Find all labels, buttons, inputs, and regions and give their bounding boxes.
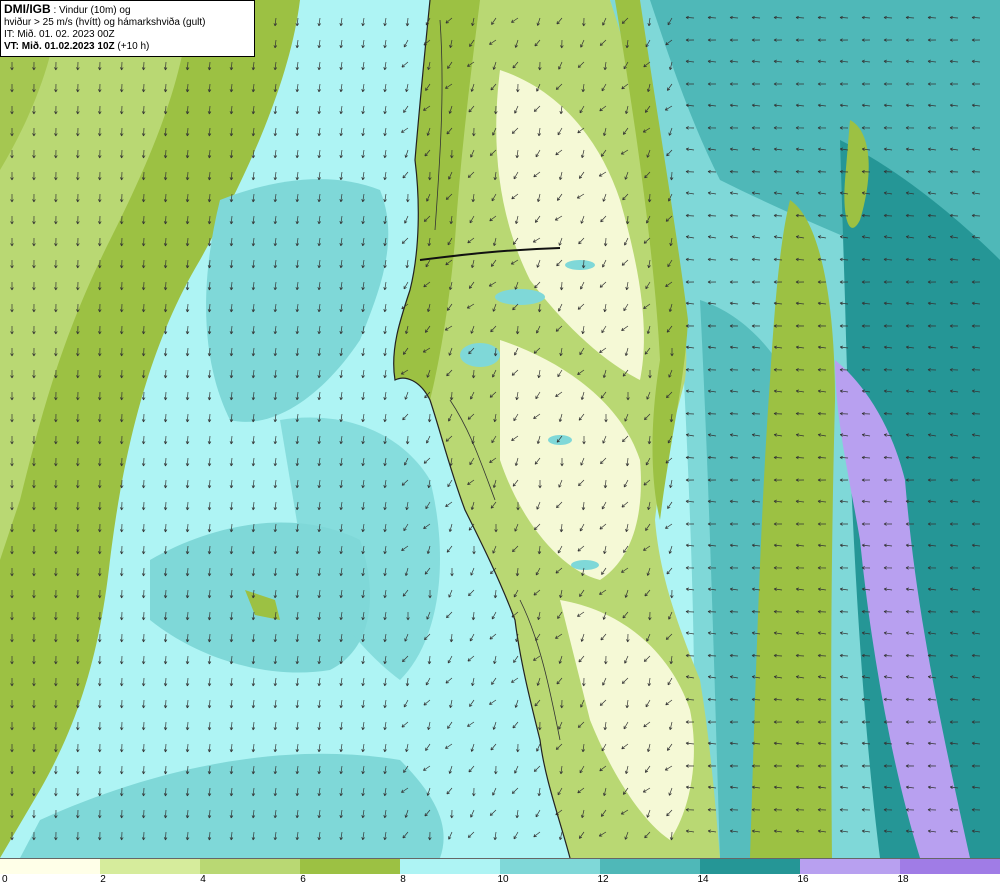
legend-tick-label: 16 — [797, 874, 809, 885]
subtitle-line: hviður > 25 m/s (hvítt) og hámarkshviða … — [4, 17, 206, 28]
lake-3 — [565, 260, 595, 270]
valid-time: VT: Mið. 01.02.2023 10Z — [4, 41, 115, 52]
lake-1 — [495, 289, 545, 305]
legend-bar — [0, 858, 1000, 874]
legend-swatch — [400, 859, 500, 874]
legend-tick-label: 14 — [697, 874, 709, 885]
lake-4 — [548, 435, 572, 445]
forecast-offset: (+10 h) — [114, 41, 150, 52]
legend-tick-label: 10 — [497, 874, 509, 885]
legend-tick-label: 4 — [200, 874, 206, 885]
legend-swatch — [800, 859, 900, 874]
legend-swatch — [600, 859, 700, 874]
valid-time-line: VT: Mið. 01.02.2023 10Z (+10 h) — [4, 41, 251, 53]
legend-tick-label: 8 — [400, 874, 406, 885]
lake-2 — [460, 343, 500, 367]
title-line: DMI/IGB : Vindur (10m) og — [4, 3, 251, 17]
brand-label: DMI/IGB — [4, 2, 51, 16]
legend-swatch — [200, 859, 300, 874]
map-info-box: DMI/IGB : Vindur (10m) og hviður > 25 m/… — [0, 0, 255, 57]
legend-tick-label: 18 — [897, 874, 909, 885]
legend-swatch — [900, 859, 1000, 874]
lake-5 — [571, 560, 599, 570]
legend-swatch — [100, 859, 200, 874]
legend-swatch — [500, 859, 600, 874]
legend-swatch — [300, 859, 400, 874]
init-time: IT: Mið. 01. 02. 2023 00Z — [4, 29, 115, 40]
legend-tick-label: 12 — [597, 874, 609, 885]
wind-map — [0, 0, 1000, 858]
legend-tick-label: 0 — [2, 874, 8, 885]
legend-tick-label: 2 — [100, 874, 106, 885]
legend-swatch — [0, 859, 100, 874]
legend-tick-label: 6 — [300, 874, 306, 885]
color-legend: 0 2 4 6 8 10 12 14 16 18 — [0, 858, 1000, 887]
legend-swatch — [700, 859, 800, 874]
title-rest: : Vindur (10m) og — [50, 5, 131, 16]
